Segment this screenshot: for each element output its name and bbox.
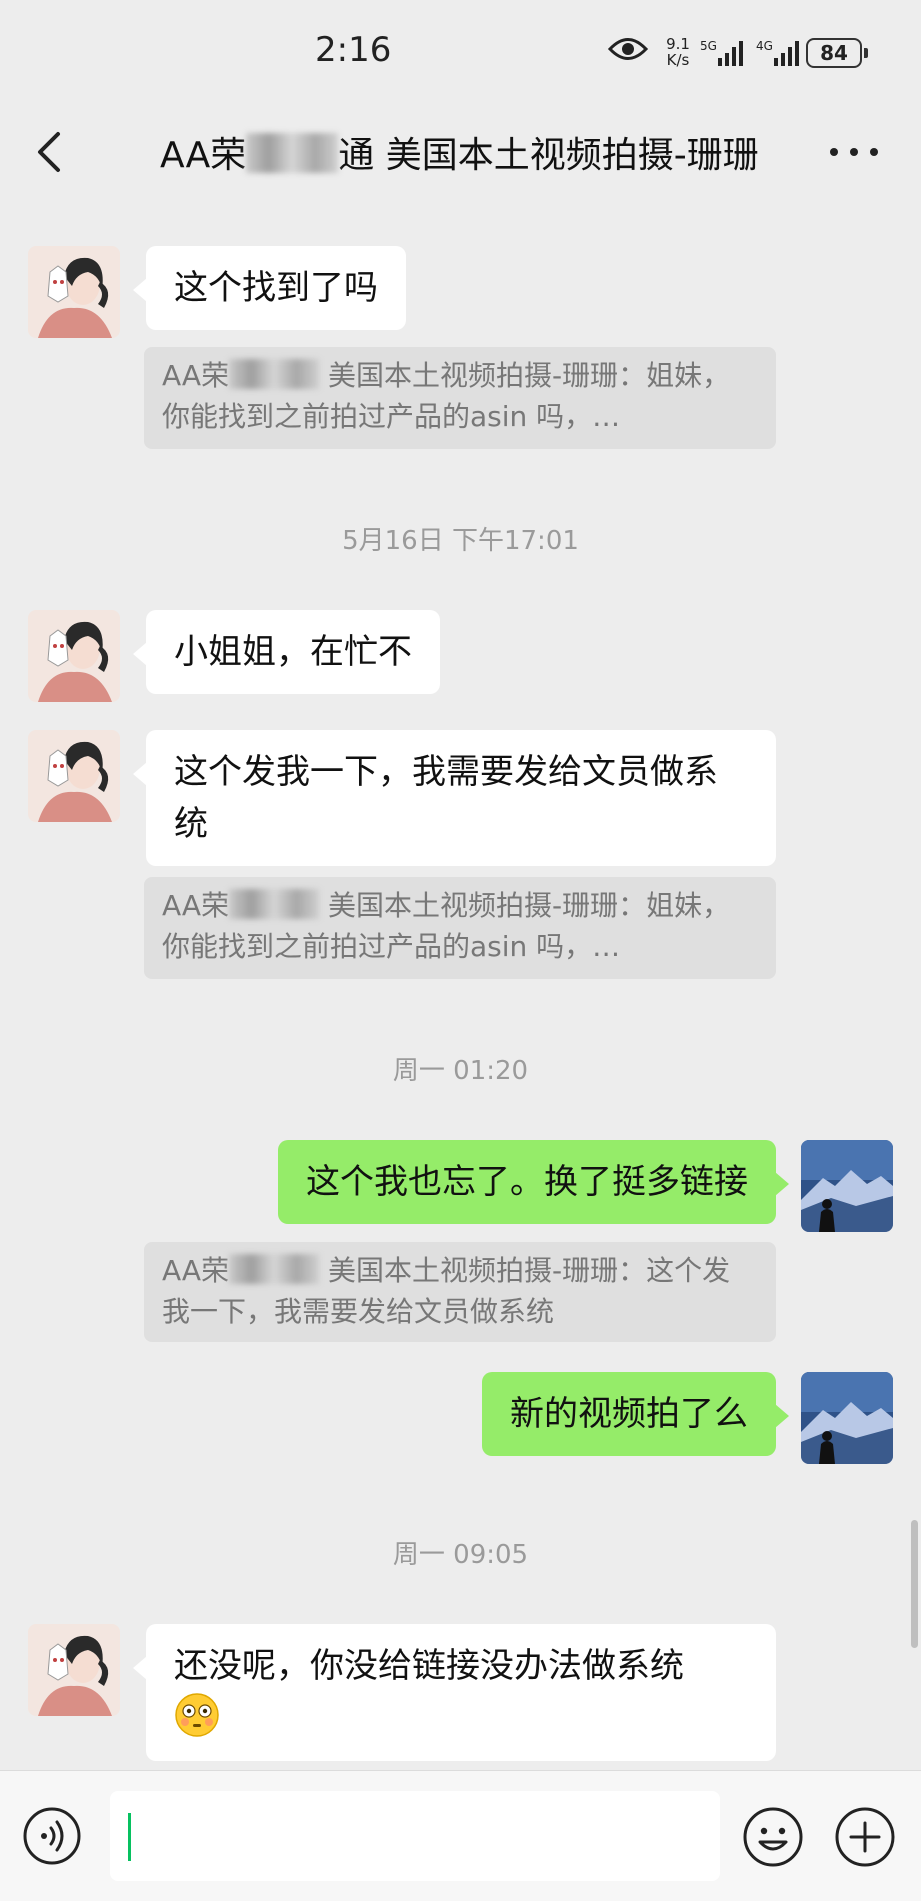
received-message-bubble[interactable]: 还没呢，你没给链接没办法做系统 [133,1624,776,1761]
flushed-face-emoji [175,1693,219,1737]
signal-4g-icon: 4G [756,39,799,66]
received-message-text: 还没呢，你没给链接没办法做系统 [174,1646,684,1686]
input-bar [0,1770,921,1901]
chat-title-prefix: AA荣 [160,135,247,176]
chat-title: AA荣 通 美国本土视频拍摄-珊珊 [160,126,759,178]
quoted-message[interactable]: AA荣 美国本土视频拍摄-珊珊：姐妹，你能找到之前拍过产品的asin 吗，… [144,877,776,979]
chat-title-rest: 美国本土视频拍摄-珊珊 [374,135,759,176]
contact-avatar[interactable] [28,610,120,702]
received-message-bubble[interactable]: 这个找到了吗 [133,246,406,330]
back-arrow-icon[interactable] [30,130,70,174]
battery-icon: 84 [806,38,862,68]
sent-message-bubble[interactable]: 这个我也忘了。换了挺多链接 [278,1140,789,1224]
signal-5g-icon: 5G [700,39,743,66]
signal-4g-label: 4G [756,39,773,53]
received-message-bubble[interactable]: 小姐姐，在忙不 [133,610,440,694]
status-time: 2:16 [315,30,392,70]
eye-icon [608,38,648,60]
chat-header: AA荣 通 美国本土视频拍摄-珊珊 [0,100,921,204]
received-message-bubble[interactable]: 这个发我一下，我需要发给文员做系统 [133,730,776,866]
timestamp: 周一 09:05 [392,1540,529,1570]
signal-5g-label: 5G [700,39,717,53]
status-bar: 2:16 9.1 K/s 5G 4G 84 [0,0,921,100]
scrollbar[interactable] [911,1520,918,1648]
quoted-message[interactable]: AA荣 美国本土视频拍摄-珊珊：这个发我一下，我需要发给文员做系统 [144,1242,776,1342]
text-cursor [128,1813,131,1861]
contact-avatar[interactable] [28,1624,120,1716]
redacted-name-blur [229,359,320,389]
network-speed-value: 9.1 [666,35,690,53]
redacted-name-blur [229,889,320,919]
timestamp: 5月16日 下午17:01 [342,526,579,556]
battery-tip [864,48,868,58]
chat-title-mid: 通 [338,135,375,176]
quote-prefix: AA荣 [162,889,230,922]
message-input[interactable] [110,1791,720,1881]
contact-avatar[interactable] [28,730,120,822]
voice-icon[interactable] [22,1806,82,1866]
network-speed-unit: K/s [666,51,690,69]
quoted-message[interactable]: AA荣 美国本土视频拍摄-珊珊：姐妹，你能找到之前拍过产品的asin 吗，… [144,347,776,449]
user-avatar[interactable] [801,1372,893,1464]
more-dots-icon[interactable] [830,144,880,160]
network-speed: 9.1 K/s [660,36,696,68]
contact-avatar[interactable] [28,246,120,338]
plus-icon[interactable] [834,1806,896,1868]
quote-prefix: AA荣 [162,1254,230,1287]
redacted-name-blur [246,133,339,173]
emoji-icon[interactable] [742,1806,804,1868]
redacted-name-blur [229,1254,320,1284]
quote-prefix: AA荣 [162,359,230,392]
timestamp: 周一 01:20 [392,1056,529,1086]
user-avatar[interactable] [801,1140,893,1232]
sent-message-bubble[interactable]: 新的视频拍了么 [482,1372,789,1456]
